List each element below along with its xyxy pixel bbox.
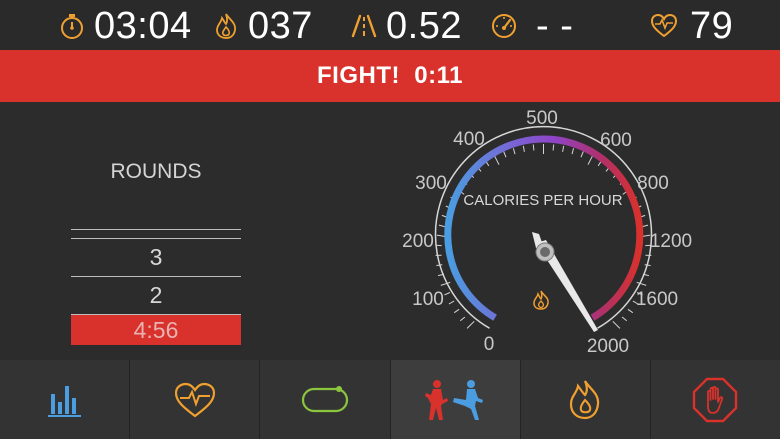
speedometer-icon [492, 14, 516, 38]
speed-stat: - - [490, 4, 573, 48]
gauge-tick-mark [503, 151, 507, 158]
rounds-list: 3 2 4:56 [71, 229, 241, 345]
rounds-divider [71, 229, 241, 239]
gauge-tick-mark [512, 148, 516, 155]
gauge-tick-mark [642, 224, 649, 228]
gauge-color-arc [444, 135, 644, 321]
gauge-tick-label: 500 [526, 108, 558, 129]
calories-per-hour-gauge: 0 100 200 300 400 500 600 800 1200 1600 … [402, 108, 692, 357]
flame-icon [533, 290, 549, 310]
nav-heart-rate-button[interactable] [130, 360, 261, 439]
gauge-tick-mark [436, 264, 443, 266]
gauge-tick-mark [532, 144, 535, 151]
nav-interval-button[interactable] [260, 360, 391, 439]
gauge-tick-mark [552, 144, 555, 151]
round-item: 2 [71, 277, 241, 315]
heart-rate-icon [650, 13, 678, 38]
gauge-tick-mark [444, 292, 451, 296]
nav-stats-button[interactable] [0, 360, 131, 439]
round-item-current: 4:56 [71, 315, 241, 345]
fight-banner: FIGHT! 0:11 [0, 50, 780, 102]
gauge-tick-mark [587, 155, 593, 165]
gauge-tick-mark [636, 281, 647, 286]
gauge-tick-mark [466, 320, 475, 329]
gauge-tick-mark [438, 224, 445, 228]
gauge-tick-mark [621, 316, 628, 322]
speed-value: - - [536, 5, 574, 47]
heart-rate-value: 79 [690, 5, 734, 47]
gauge-tick-mark [571, 148, 575, 155]
gauge-tick-mark [494, 155, 500, 165]
timer-value: 03:04 [94, 5, 192, 47]
rounds-title: ROUNDS [110, 160, 202, 183]
heart-rate-icon [174, 382, 215, 417]
gauge-tick-mark [612, 320, 621, 329]
gauge-tick-mark [562, 145, 565, 152]
nav-fight-button[interactable] [390, 360, 521, 439]
stop-hand-icon [693, 377, 738, 422]
gauge-tick-label: 1200 [650, 231, 692, 252]
heart-rate-stat: 79 [650, 4, 733, 48]
gauge-tick-label: 400 [453, 129, 485, 150]
flame-icon [570, 379, 600, 419]
gauge-tick-mark [627, 308, 634, 314]
rounded-rect-icon [301, 385, 349, 412]
gauge-tick-label: 300 [415, 173, 447, 194]
gauge-tick-mark [522, 145, 525, 152]
bottom-nav [0, 360, 780, 439]
gauge-tick-mark [453, 308, 460, 314]
road-icon [351, 14, 377, 38]
gauge-tick-label: 0 [484, 334, 495, 355]
gauge-tick-mark [644, 264, 651, 266]
timer-stat: 03:04 [58, 4, 192, 48]
gauge-tick-label: 600 [600, 130, 632, 151]
distance-stat: 0.52 [350, 4, 462, 48]
gauge-tick-mark [440, 281, 451, 286]
stopwatch-icon [61, 14, 83, 39]
distance-value: 0.52 [386, 5, 462, 47]
gauge-tick-mark [448, 300, 455, 305]
gauge-tick-label: 200 [402, 231, 434, 252]
fight-banner-text: FIGHT! 0:11 [316, 62, 464, 89]
bar-chart-icon [47, 385, 81, 417]
round-item: 3 [71, 239, 241, 277]
gauge-title: CALORIES PER HOUR [463, 192, 622, 209]
gauge-tick-label: 2000 [587, 336, 629, 357]
fighters-icon [425, 379, 484, 420]
gauge-tick-label: 1600 [636, 289, 678, 310]
nav-calories-button[interactable] [520, 360, 651, 439]
gauge-tick-mark [580, 151, 584, 158]
nav-stop-button[interactable] [650, 360, 780, 439]
flame-icon [216, 13, 236, 39]
gauge-tick-label: 800 [637, 173, 669, 194]
gauge-tick-mark [459, 316, 466, 322]
gauge-tick-label: 100 [412, 289, 444, 310]
calories-stat: 037 [212, 4, 313, 48]
gauge-needle [532, 232, 598, 332]
stats-bar: 03:04 037 0.52 - - 79 [0, 0, 780, 50]
calories-value: 037 [248, 5, 313, 47]
